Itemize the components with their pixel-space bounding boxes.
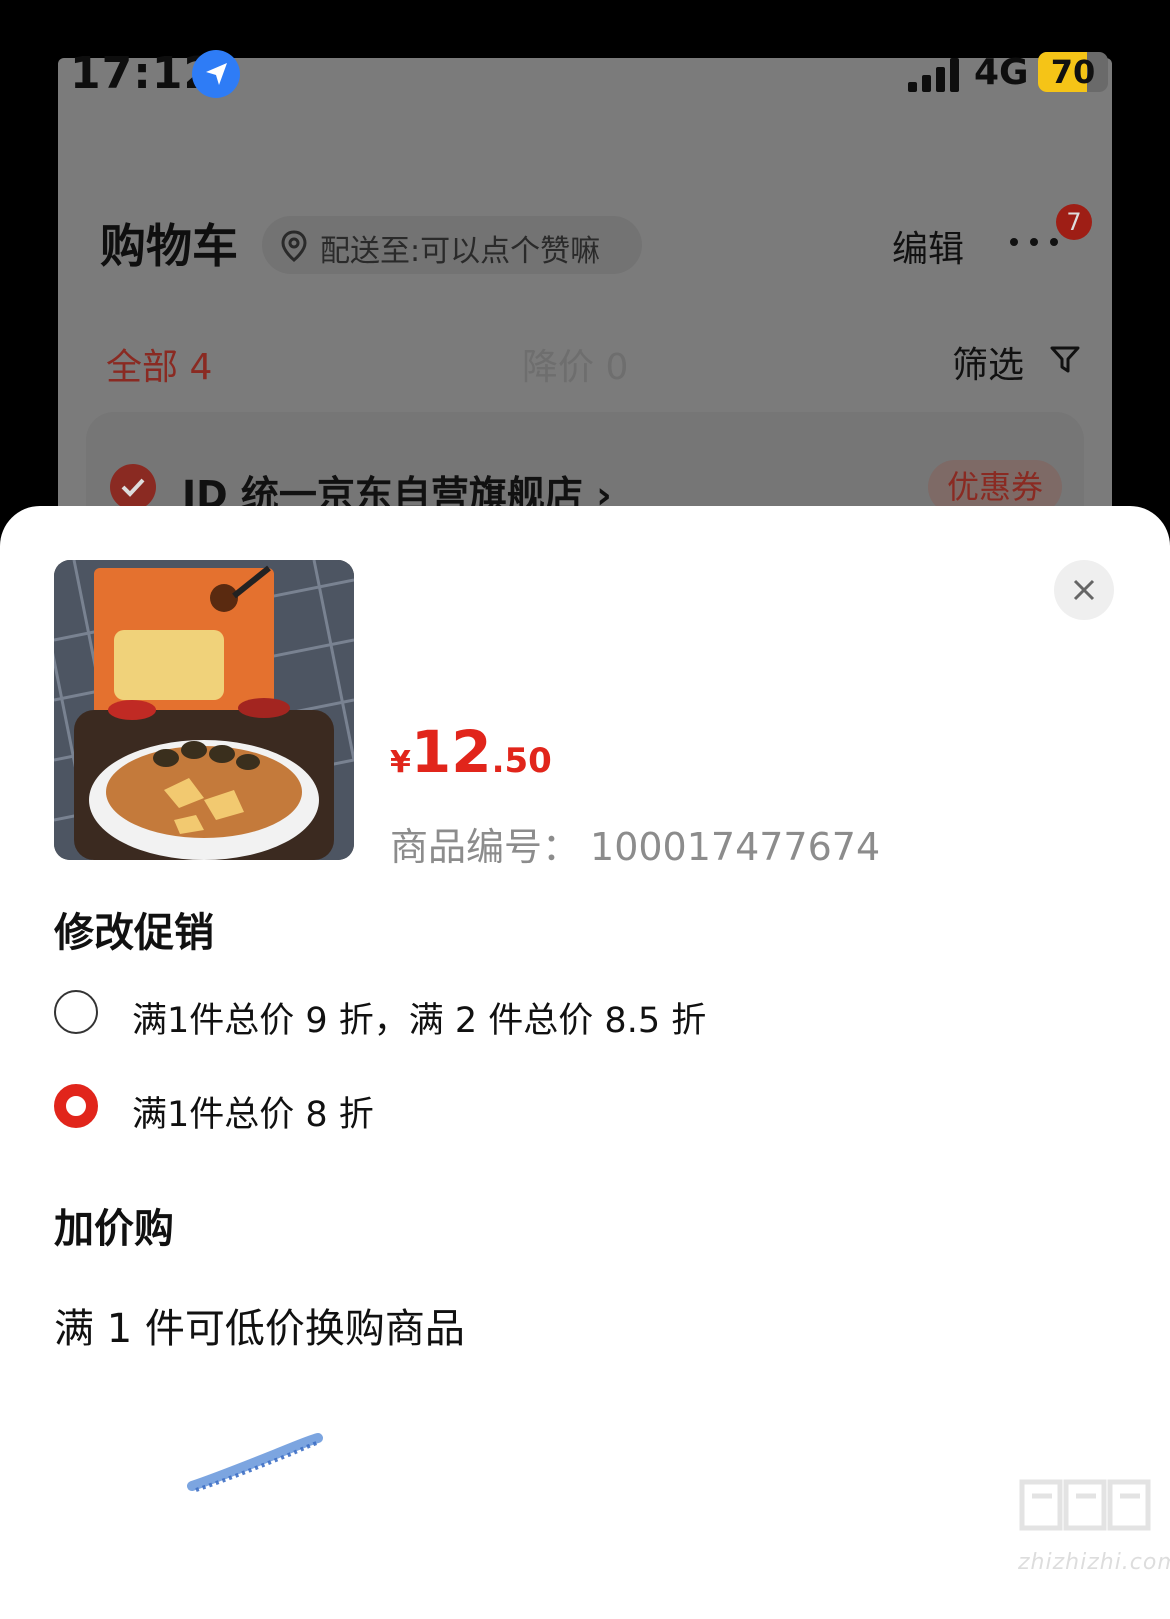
delivery-address-text: 配送至:可以点个赞嘛 <box>320 234 601 269</box>
watermark: zhizhizhi.com <box>1018 1476 1170 1606</box>
tab-price-drop[interactable]: 降价 0 <box>522 338 628 390</box>
redaction-scribble <box>187 1433 323 1492</box>
watermark-text: zhizhizhi.com <box>1018 1550 1170 1575</box>
price-integer: 12 <box>410 718 492 786</box>
edit-button[interactable]: 编辑 <box>892 220 964 272</box>
close-icon <box>1073 579 1095 601</box>
addon-description: 满 1 件可低价换购商品 <box>54 1306 465 1352</box>
product-sku: 商品编号： 100017477674 <box>390 816 880 871</box>
radio-unselected-icon[interactable] <box>54 990 98 1034</box>
delivery-address-pill[interactable]: 配送至:可以点个赞嘛 <box>262 216 642 274</box>
watermark-logo <box>1019 1479 1151 1531</box>
product-price: ¥12.50 <box>390 718 552 786</box>
product-image <box>54 560 354 860</box>
location-pin-icon <box>281 230 307 262</box>
radio-selected-icon[interactable] <box>54 1084 98 1128</box>
battery-percent: 70 <box>1050 53 1096 91</box>
check-icon[interactable] <box>110 464 156 510</box>
more-dot <box>1050 238 1058 246</box>
page-title: 购物车 <box>100 219 238 273</box>
price-currency: ¥ <box>390 745 411 780</box>
promo-option-2[interactable]: 满1件总价 8 折 <box>54 1084 1054 1135</box>
price-decimal: .50 <box>491 741 552 781</box>
promo-option-label: 满1件总价 9 折，满 2 件总价 8.5 折 <box>132 1001 707 1041</box>
promo-option-1[interactable]: 满1件总价 9 折，满 2 件总价 8.5 折 <box>54 990 1054 1041</box>
close-button[interactable] <box>1054 560 1114 620</box>
filter-button[interactable]: 筛选 <box>952 336 1024 388</box>
notification-badge: 7 <box>1056 204 1092 240</box>
filter-icon[interactable] <box>1050 344 1080 374</box>
battery-icon: 70 <box>1038 52 1108 92</box>
more-dot <box>1030 238 1038 246</box>
more-dots-icon <box>1010 238 1018 246</box>
promo-section-title: 修改促销 <box>54 910 214 956</box>
addon-section-title: 加价购 <box>54 1206 174 1252</box>
signal-bars-icon <box>908 58 968 92</box>
sku-label: 商品编号： <box>390 825 581 869</box>
tab-all[interactable]: 全部 4 <box>106 338 212 390</box>
location-arrow-icon <box>192 50 240 98</box>
promo-option-label: 满1件总价 8 折 <box>132 1095 374 1135</box>
status-bar: 17:12 4G 70 <box>70 48 1110 108</box>
promotion-sheet: ¥12.50 商品编号： 100017477674 修改促销 满1件总价 9 折，… <box>0 506 1170 1619</box>
sku-value: 100017477674 <box>590 825 881 869</box>
network-type: 4G <box>974 52 1029 93</box>
